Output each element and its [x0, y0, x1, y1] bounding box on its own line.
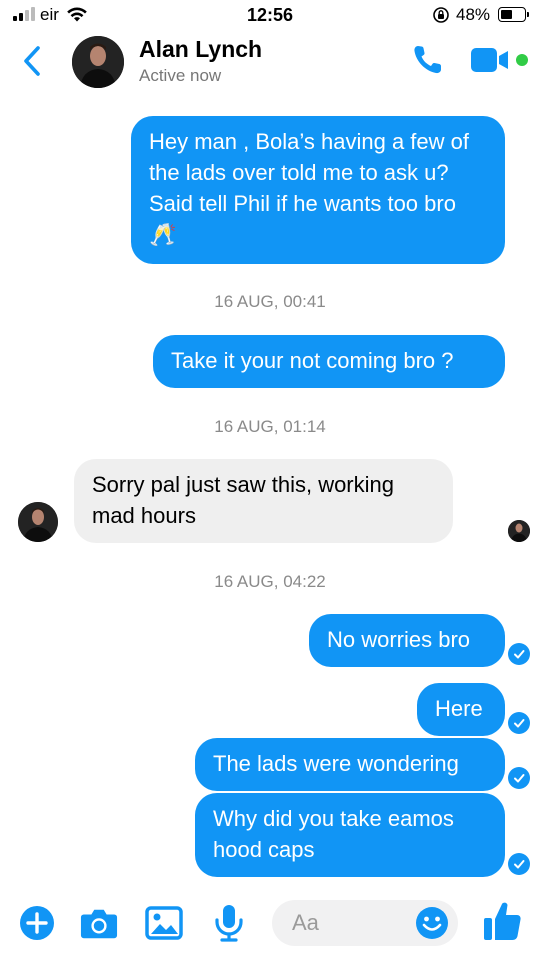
message-bubble-outgoing[interactable]: No worries bro	[309, 614, 505, 667]
battery-percent: 48%	[456, 5, 491, 24]
message-bubble-outgoing[interactable]: Why did you take eamos hood caps	[195, 793, 505, 877]
plus-icon[interactable]	[18, 904, 56, 942]
contact-name: Alan Lynch	[139, 36, 263, 62]
message-input-box[interactable]	[272, 900, 458, 946]
read-receipt-avatar	[508, 520, 530, 542]
sender-avatar[interactable]	[18, 502, 58, 542]
phone-icon[interactable]	[410, 42, 446, 78]
active-status: Active now	[139, 66, 222, 85]
composer-bar	[0, 886, 540, 961]
delivered-check-icon	[508, 767, 530, 789]
gallery-icon[interactable]	[145, 904, 183, 942]
emoji-icon[interactable]	[414, 905, 450, 941]
delivered-check-icon	[508, 853, 530, 875]
message-bubble-outgoing[interactable]: Take it your not coming bro ?	[153, 335, 505, 388]
message-bubble-outgoing[interactable]: Hey man , Bola’s having a few of the lad…	[131, 116, 505, 264]
status-bar: eir 12:56 48%	[0, 0, 540, 30]
back-chevron-icon[interactable]	[22, 42, 50, 80]
contact-avatar[interactable]	[72, 36, 124, 88]
message-bubble-outgoing[interactable]: The lads were wondering	[195, 738, 505, 791]
orientation-lock-icon	[432, 6, 450, 29]
conversation-header: Alan Lynch Active now	[0, 30, 540, 94]
message-bubble-outgoing[interactable]: Here	[417, 683, 505, 736]
microphone-icon[interactable]	[210, 904, 248, 942]
online-indicator	[516, 54, 528, 66]
message-input[interactable]	[292, 908, 412, 938]
message-timestamp: 16 AUG, 00:41	[214, 292, 326, 311]
message-timestamp: 16 AUG, 01:14	[214, 417, 326, 436]
delivered-check-icon	[508, 643, 530, 665]
video-camera-icon[interactable]	[470, 47, 510, 73]
thumbs-up-icon[interactable]	[482, 900, 522, 942]
battery-icon	[498, 7, 529, 22]
delivered-check-icon	[508, 712, 530, 734]
message-bubble-incoming[interactable]: Sorry pal just saw this, working mad hou…	[74, 459, 453, 543]
camera-icon[interactable]	[80, 904, 118, 942]
message-timestamp: 16 AUG, 04:22	[214, 572, 326, 591]
